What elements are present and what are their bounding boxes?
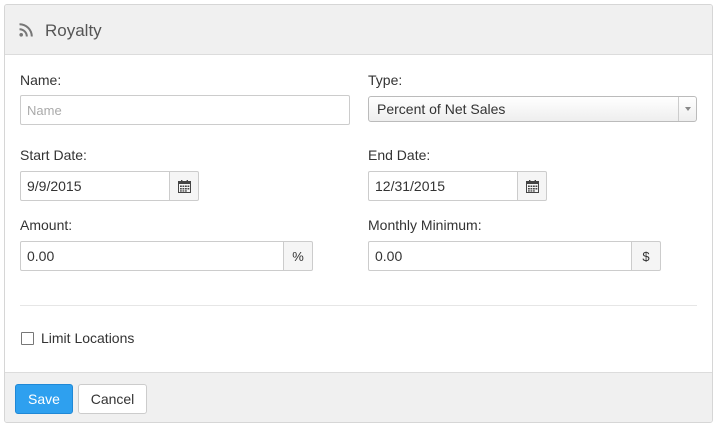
calendar-icon [525,179,539,193]
royalty-panel: Royalty Name: Type: Percent of Net Sales… [4,4,713,423]
divider [20,305,697,306]
limit-locations-label: Limit Locations [41,330,135,346]
chevron-down-icon[interactable] [678,97,696,121]
rss-icon [19,23,33,37]
type-label: Type: [368,72,403,88]
monthly-minimum-label: Monthly Minimum: [368,217,482,233]
start-date-label: Start Date: [20,147,87,163]
start-date-calendar-button[interactable] [169,171,199,201]
percent-addon: % [283,241,313,271]
amount-label: Amount: [20,217,73,233]
start-date-input[interactable] [20,171,170,201]
panel-footer: Save Cancel [5,372,712,422]
name-label: Name: [20,72,62,88]
amount-input[interactable] [20,241,284,271]
cancel-button[interactable]: Cancel [78,384,147,414]
monthly-minimum-input[interactable] [368,241,632,271]
end-date-calendar-button[interactable] [517,171,547,201]
save-button[interactable]: Save [15,384,73,414]
name-input[interactable] [20,95,350,125]
end-date-label: End Date: [368,147,431,163]
end-date-input[interactable] [368,171,518,201]
limit-locations-checkbox[interactable] [21,331,34,345]
panel-title: Royalty [45,21,102,40]
dollar-addon: $ [631,241,661,271]
panel-header: Royalty [5,5,712,55]
limit-locations-option[interactable]: Limit Locations [21,330,134,346]
calendar-icon [177,179,191,193]
type-select[interactable]: Percent of Net Sales [368,96,697,122]
type-select-value: Percent of Net Sales [377,101,506,117]
